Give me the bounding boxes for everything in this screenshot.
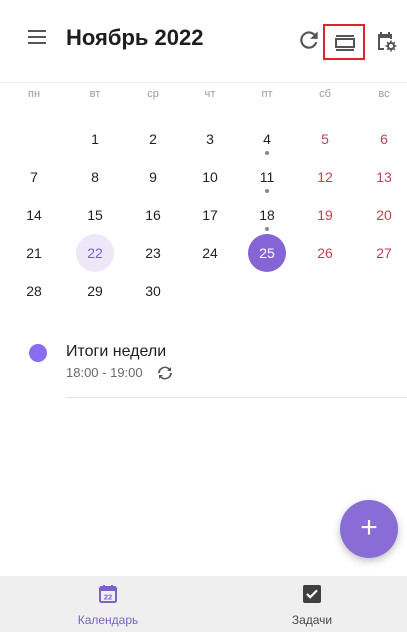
- nav-tasks-label: Задачи: [291, 613, 333, 627]
- calendar-day[interactable]: 24: [181, 234, 239, 272]
- calendar-day-number: 16: [145, 207, 161, 223]
- nav-calendar-label: Календарь: [77, 613, 139, 627]
- month-title[interactable]: Ноябрь 2022: [66, 25, 203, 51]
- calendar-day-number: 13: [376, 169, 392, 185]
- calendar-day[interactable]: 23: [124, 234, 182, 272]
- calendar-day-number: 21: [26, 245, 42, 261]
- view-mode-icon: [335, 35, 355, 51]
- calendar-day[interactable]: 29: [66, 272, 124, 310]
- calendar-day[interactable]: 10: [181, 158, 239, 196]
- event-title: Итоги недели: [66, 343, 167, 360]
- calendar-day-number: 10: [202, 169, 218, 185]
- event-divider: [66, 397, 407, 398]
- calendar-day-number: 29: [87, 283, 103, 299]
- event-indicator-dot: [265, 189, 269, 193]
- weekday-label: сб: [319, 88, 331, 100]
- calendar-day-number: 25: [248, 234, 286, 272]
- calendar-day[interactable]: 21: [5, 234, 63, 272]
- calendar-day-number: 6: [380, 131, 388, 147]
- weekday-label: вт: [89, 88, 101, 100]
- calendar-day-number: 26: [317, 245, 333, 261]
- calendar-day[interactable]: 15: [66, 196, 124, 234]
- refresh-icon: [300, 31, 318, 49]
- calendar-day[interactable]: 11: [238, 158, 296, 196]
- calendar-settings-button[interactable]: [374, 29, 398, 53]
- calendar-day[interactable]: 5: [296, 120, 354, 158]
- weekday-label: пн: [27, 88, 41, 100]
- calendar-day-number: 24: [202, 245, 218, 261]
- calendar-day[interactable]: 28: [5, 272, 63, 310]
- month-grid: 1 2 3 4 5 6 7 8 9 10 11 12 13 14 15 16 17 18 19 20 21 22 23 24 2…: [0, 120, 407, 310]
- weekday-label: ср: [147, 88, 159, 100]
- calendar-day-number: 8: [91, 169, 99, 185]
- event-time: 18:00 - 19:00: [66, 365, 143, 380]
- calendar-day-number: 20: [376, 207, 392, 223]
- calendar-day[interactable]: 25: [238, 234, 296, 272]
- calendar-day[interactable]: 13: [355, 158, 407, 196]
- calendar-day-number: 7: [30, 169, 38, 185]
- calendar-day[interactable]: 7: [5, 158, 63, 196]
- calendar-day-number: 2: [149, 131, 157, 147]
- calendar-day[interactable]: 8: [66, 158, 124, 196]
- calendar-day[interactable]: 22: [66, 234, 124, 272]
- event-color-dot: [29, 344, 47, 362]
- calendar-settings-icon: [378, 32, 397, 52]
- add-icon: +: [360, 511, 378, 544]
- calendar-day-number: 1: [91, 131, 99, 147]
- calendar-day[interactable]: 18: [238, 196, 296, 234]
- calendar-day-number: 28: [26, 283, 42, 299]
- view-mode-button[interactable]: [323, 24, 365, 60]
- calendar-day[interactable]: 14: [5, 196, 63, 234]
- nav-tasks[interactable]: Задачи: [232, 576, 392, 632]
- calendar-day-number: 12: [317, 169, 333, 185]
- weekday-label: чт: [204, 88, 216, 100]
- bottom-navigation: 22 Календарь Задачи: [0, 576, 407, 632]
- calendar-day[interactable]: 27: [355, 234, 407, 272]
- calendar-day[interactable]: 3: [181, 120, 239, 158]
- calendar-day[interactable]: 30: [124, 272, 182, 310]
- refresh-button[interactable]: [296, 27, 322, 53]
- calendar-day[interactable]: 26: [296, 234, 354, 272]
- app-header: Ноябрь 2022: [0, 0, 407, 82]
- calendar-day[interactable]: 16: [124, 196, 182, 234]
- calendar-icon-day: 22: [104, 593, 112, 602]
- calendar-day[interactable]: 20: [355, 196, 407, 234]
- calendar-day-number: 30: [145, 283, 161, 299]
- calendar-day-number: 27: [376, 245, 392, 261]
- event-item[interactable]: Итоги недели 18:00 - 19:00: [20, 338, 380, 394]
- event-indicator-dot: [265, 227, 269, 231]
- calendar-day-number: 19: [317, 207, 333, 223]
- weekday-header: пн вт ср чт пт сб вс: [0, 88, 407, 108]
- weekday-label: пт: [261, 88, 273, 100]
- calendar-day-number: 23: [145, 245, 161, 261]
- repeat-icon: [158, 366, 172, 380]
- calendar-day[interactable]: 9: [124, 158, 182, 196]
- calendar-day-number: 5: [321, 131, 329, 147]
- calendar-day[interactable]: 6: [355, 120, 407, 158]
- calendar-day[interactable]: 17: [181, 196, 239, 234]
- calendar-icon: 22: [99, 585, 117, 603]
- calendar-day-number: 22: [76, 234, 114, 272]
- nav-calendar[interactable]: 22 Календарь: [28, 576, 188, 632]
- calendar-day-number: 9: [149, 169, 157, 185]
- calendar-day[interactable]: 4: [238, 120, 296, 158]
- hamburger-menu-icon[interactable]: [28, 30, 50, 50]
- calendar-day-number: 3: [206, 131, 214, 147]
- calendar-day[interactable]: 2: [124, 120, 182, 158]
- calendar-day[interactable]: 12: [296, 158, 354, 196]
- calendar-day[interactable]: 19: [296, 196, 354, 234]
- event-indicator-dot: [265, 151, 269, 155]
- calendar-day-number: 17: [202, 207, 218, 223]
- checkbox-icon: [303, 585, 321, 603]
- calendar-day-number: 15: [87, 207, 103, 223]
- header-divider: [0, 82, 407, 83]
- calendar-day-number: 14: [26, 207, 42, 223]
- calendar-day[interactable]: 1: [66, 120, 124, 158]
- add-event-button[interactable]: +: [340, 500, 398, 558]
- weekday-label: вс: [378, 88, 390, 100]
